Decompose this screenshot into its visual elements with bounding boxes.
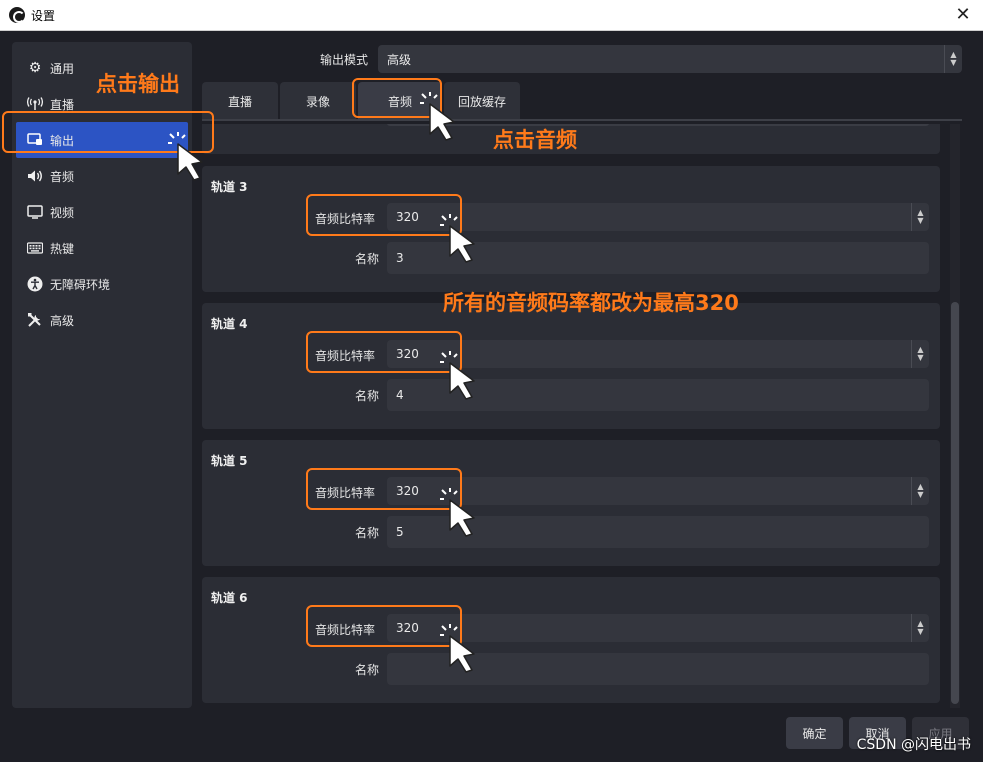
- tab-divider: [202, 119, 962, 121]
- tab-recording[interactable]: 录像: [280, 82, 356, 120]
- credit-watermark: CSDN @闪电出书: [856, 737, 971, 753]
- sidebar-item-label: 高级: [50, 313, 75, 328]
- sidebar-item-label: 热键: [50, 241, 75, 256]
- ok-button[interactable]: 确定: [786, 717, 843, 749]
- tools-icon: [26, 311, 44, 329]
- previous-track-field[interactable]: [387, 124, 929, 126]
- up-down-arrows-icon: ▲ ▼: [911, 340, 929, 368]
- name-label: 名称: [355, 663, 380, 677]
- sidebar-item-advanced[interactable]: 高级: [12, 302, 192, 338]
- gear-icon: ⚙: [28, 60, 42, 76]
- speaker-icon: [26, 167, 44, 185]
- hand-cursor-icon: [168, 132, 203, 181]
- highlight-bitrate: [306, 194, 462, 236]
- hand-cursor-icon: [420, 92, 455, 141]
- track-name-value: 3: [396, 251, 404, 265]
- track-title: 轨道 5: [211, 454, 248, 468]
- annotation-set-bitrate: 所有的音频码率都改为最高320: [443, 291, 739, 315]
- track-name-value: 4: [396, 388, 404, 402]
- hand-cursor-icon: [440, 488, 475, 537]
- obs-logo-icon: [9, 7, 25, 23]
- highlight-bitrate: [306, 331, 462, 373]
- accessibility-icon: [26, 275, 44, 293]
- close-icon[interactable]: ✕: [953, 5, 973, 25]
- track-title: 轨道 3: [211, 180, 248, 194]
- output-mode-label: 输出模式: [320, 53, 369, 67]
- sidebar-item-label: 通用: [50, 61, 75, 76]
- track-title: 轨道 6: [211, 591, 248, 605]
- hand-cursor-icon: [440, 214, 475, 263]
- sidebar-item-hotkeys[interactable]: 热键: [12, 230, 192, 266]
- monitor-icon: [26, 203, 44, 221]
- sidebar-item-label: 直播: [50, 97, 75, 112]
- sidebar-item-audio[interactable]: 音频: [12, 158, 192, 194]
- sidebar-item-label: 音频: [50, 169, 75, 184]
- name-label: 名称: [355, 526, 380, 540]
- sidebar-item-label: 无障碍环境: [50, 277, 111, 292]
- up-down-arrows-icon: ▲ ▼: [911, 477, 929, 505]
- annotation-click-audio: 点击音频: [493, 128, 577, 152]
- name-label: 名称: [355, 252, 380, 266]
- hand-cursor-icon: [440, 351, 475, 400]
- keyboard-icon: [26, 239, 44, 257]
- window-title: 设置: [31, 8, 56, 23]
- sidebar-item-accessibility[interactable]: 无障碍环境: [12, 266, 192, 302]
- highlight-bitrate: [306, 605, 462, 647]
- up-down-arrows-icon: ▲ ▼: [911, 614, 929, 642]
- sidebar-item-label: 视频: [50, 205, 75, 220]
- track-name-value: 5: [396, 525, 404, 539]
- vertical-scrollbar[interactable]: [950, 124, 960, 708]
- scrollbar-thumb[interactable]: [951, 302, 959, 704]
- hand-cursor-icon: [440, 624, 475, 673]
- annotation-click-output: 点击输出: [96, 72, 180, 96]
- name-label: 名称: [355, 389, 380, 403]
- track-title: 轨道 4: [211, 317, 248, 331]
- sidebar-item-video[interactable]: 视频: [12, 194, 192, 230]
- output-mode-select[interactable]: 高级 ▲ ▼: [378, 45, 962, 73]
- output-mode-value: 高级: [387, 52, 412, 67]
- title-bar: 设置 ✕: [0, 0, 983, 31]
- highlight-bitrate: [306, 468, 462, 510]
- up-down-arrows-icon: ▲ ▼: [944, 45, 962, 73]
- up-down-arrows-icon: ▲ ▼: [911, 203, 929, 231]
